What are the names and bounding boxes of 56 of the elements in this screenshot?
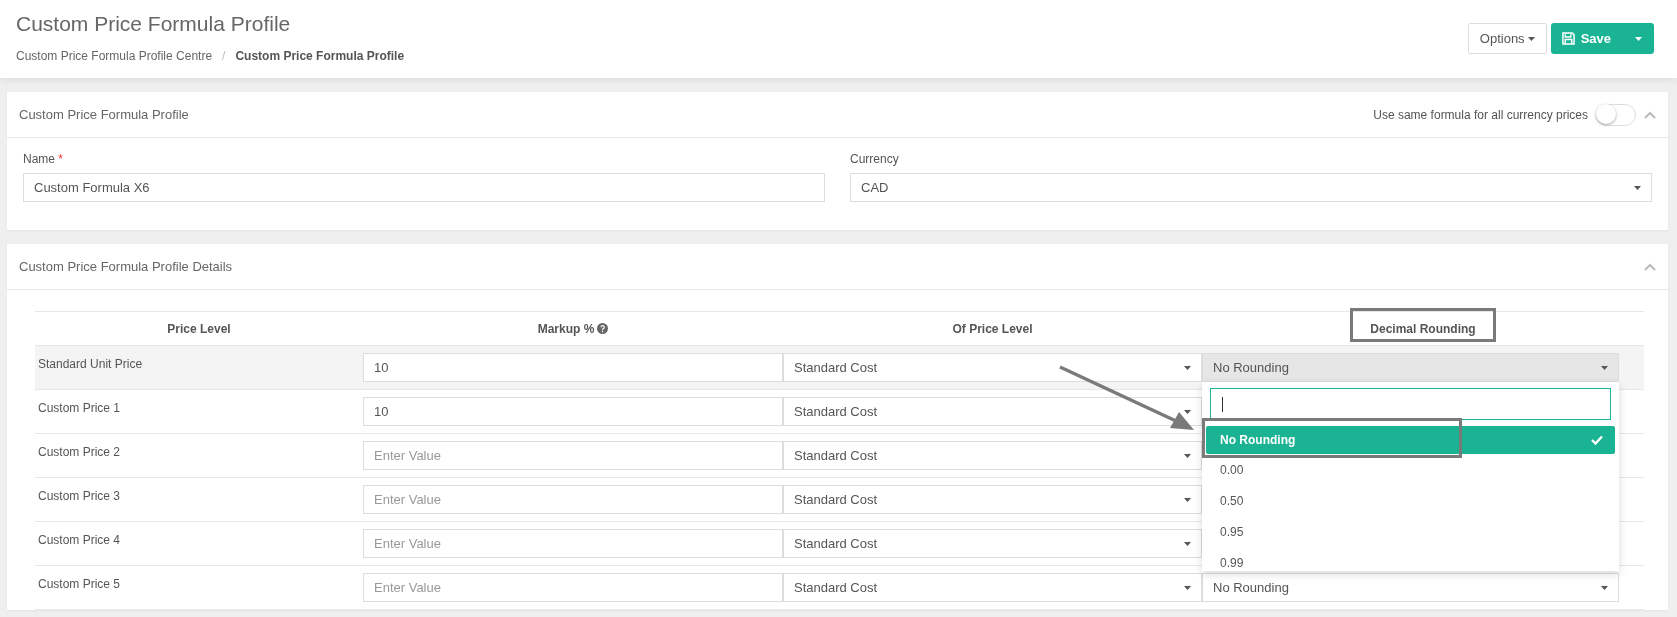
chevron-icon[interactable]	[1644, 110, 1656, 119]
breadcrumb-link[interactable]: Custom Price Formula Profile	[235, 49, 405, 63]
caret-icon	[1184, 585, 1191, 590]
column-header: Price Level	[167, 321, 231, 336]
checkmark-icon	[1591, 435, 1603, 445]
page-title: Custom Price Formula Profile	[16, 12, 292, 36]
panel-title: Custom Price Formula Profile Details	[19, 259, 233, 274]
caret-icon	[1634, 185, 1641, 190]
caret-icon	[1601, 365, 1608, 370]
column-header: Markup %	[537, 321, 595, 336]
help-icon	[597, 323, 609, 334]
search-field[interactable]	[1210, 388, 1611, 420]
caret-icon	[1635, 36, 1642, 41]
options-button[interactable]: Options	[1467, 23, 1547, 54]
caret-icon	[1184, 497, 1191, 502]
dropdown-option[interactable]: 0.95	[1206, 516, 1615, 547]
caret-icon	[1601, 585, 1608, 590]
field-label: Name *	[23, 152, 64, 166]
price-level-select[interactable]: Standard Cost	[783, 529, 1202, 558]
dropdown-option[interactable]: 0.50	[1206, 485, 1615, 516]
caret-icon	[1184, 453, 1191, 458]
panel-title: Custom Price Formula Profile	[19, 107, 189, 122]
rounding-select[interactable]: No Rounding	[1202, 353, 1619, 382]
price-level-label: Standard Unit Price	[38, 357, 143, 371]
caret-icon	[1527, 36, 1535, 41]
price-level-select[interactable]: Standard Cost	[783, 441, 1202, 470]
caret-icon	[1184, 409, 1191, 414]
markup-field[interactable]: Enter Value	[363, 573, 783, 602]
markup-field[interactable]: 10	[363, 353, 783, 382]
markup-field[interactable]: Enter Value	[363, 485, 783, 514]
price-level-select[interactable]: Standard Cost	[783, 573, 1202, 602]
price-level-label: Custom Price 4	[38, 533, 121, 547]
breadcrumb-separator: /	[222, 49, 226, 63]
price-level-select[interactable]: Standard Cost	[783, 397, 1202, 426]
field-label: Currency	[850, 152, 900, 166]
toggle-label: Use same formula for all currency prices	[1373, 107, 1588, 122]
price-level-select[interactable]: Standard Cost	[783, 485, 1202, 514]
markup-field[interactable]: Enter Value	[363, 441, 783, 470]
rounding-select[interactable]: No Rounding	[1202, 573, 1619, 602]
currency-select[interactable]: CAD	[850, 173, 1652, 202]
price-level-label: Custom Price 2	[38, 445, 121, 459]
name-field[interactable]: Custom Formula X6	[23, 173, 825, 202]
chevron-icon[interactable]	[1644, 262, 1656, 271]
markup-field[interactable]: 10	[363, 397, 783, 426]
column-header: Of Price Level	[952, 321, 1033, 336]
toggle-switch[interactable]	[1596, 103, 1636, 126]
caret-icon	[1184, 541, 1191, 546]
dropdown-option[interactable]: 0.00	[1206, 454, 1615, 485]
caret-icon	[1184, 365, 1191, 370]
price-level-label: Custom Price 5	[38, 577, 121, 591]
markup-field[interactable]: Enter Value	[363, 529, 783, 558]
price-level-select[interactable]: Standard Cost	[783, 353, 1202, 382]
breadcrumb-link[interactable]: Custom Price Formula Profile Centre	[16, 49, 213, 63]
column-header: Decimal Rounding	[1370, 321, 1476, 336]
price-level-label: Custom Price 1	[38, 401, 121, 415]
price-level-label: Custom Price 3	[38, 489, 121, 503]
